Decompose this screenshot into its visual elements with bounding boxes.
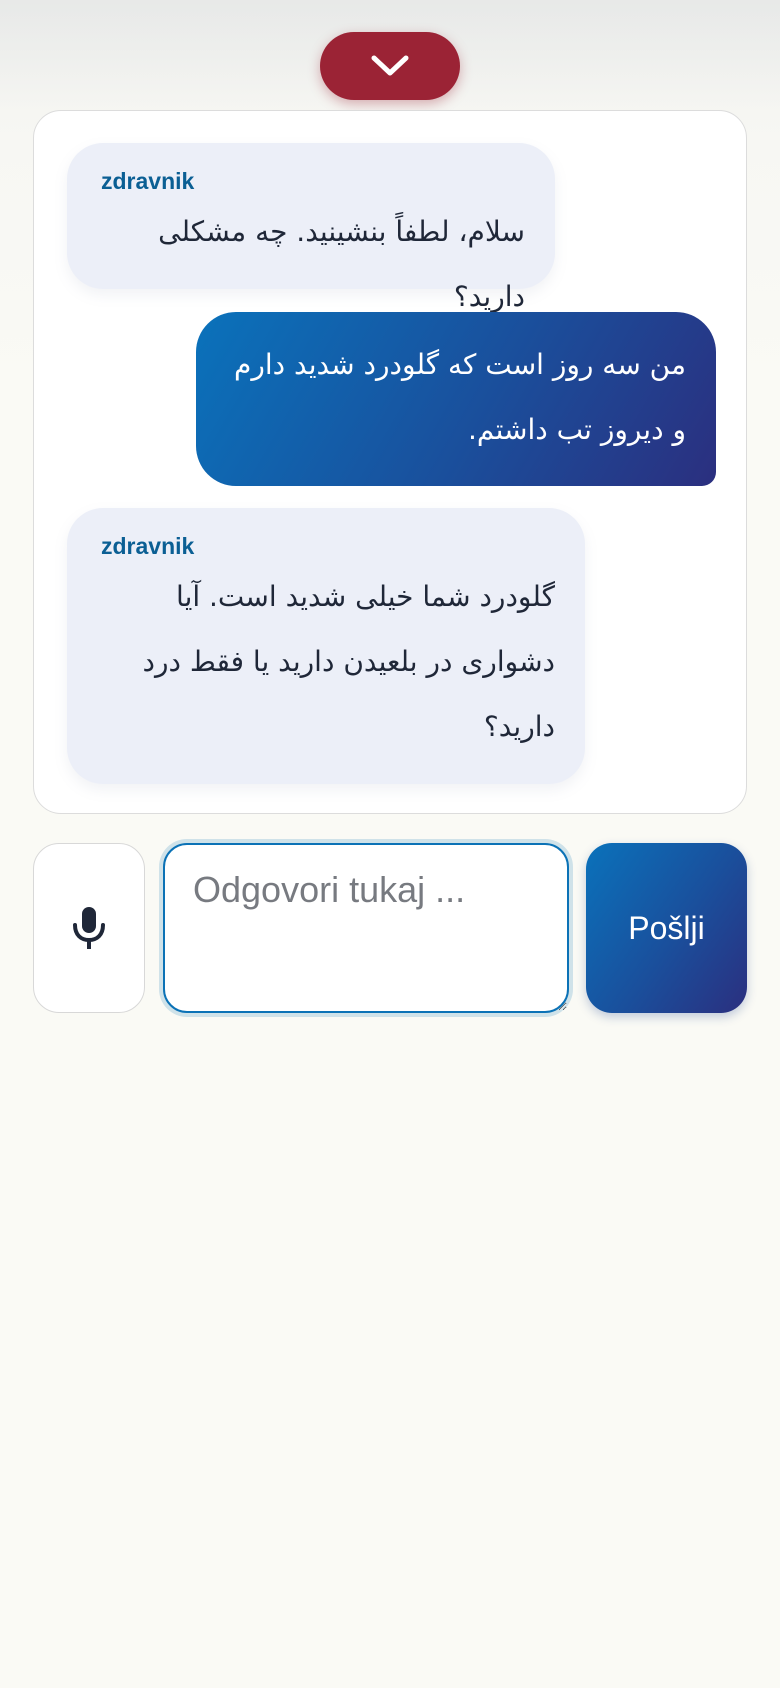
chat-panel: zdravnik سلام، لطفاً بنشینید. چه مشکلی د…: [33, 110, 747, 814]
microphone-icon: [73, 907, 105, 949]
microphone-button[interactable]: [33, 843, 145, 1013]
message-doctor: zdravnik گلودرد شما خیلی شدید است. آیا د…: [67, 508, 585, 784]
message-text: من سه روز است که گلودرد شدید دارم و دیرو…: [233, 348, 686, 446]
message-text: سلام، لطفاً بنشینید. چه مشکلی دارید؟: [158, 215, 525, 313]
message-text: گلودرد شما خیلی شدید است. آیا دشواری در …: [142, 580, 555, 743]
send-button[interactable]: Pošlji: [586, 843, 747, 1013]
message-sender: zdravnik: [101, 533, 195, 559]
message-sender: zdravnik: [101, 168, 195, 194]
collapse-button[interactable]: [320, 32, 460, 100]
message-doctor: zdravnik سلام، لطفاً بنشینید. چه مشکلی د…: [67, 143, 555, 313]
chevron-down-icon: [371, 55, 409, 76]
answer-input[interactable]: [163, 843, 569, 1013]
message-patient: من سه روز است که گلودرد شدید دارم و دیرو…: [196, 312, 716, 486]
